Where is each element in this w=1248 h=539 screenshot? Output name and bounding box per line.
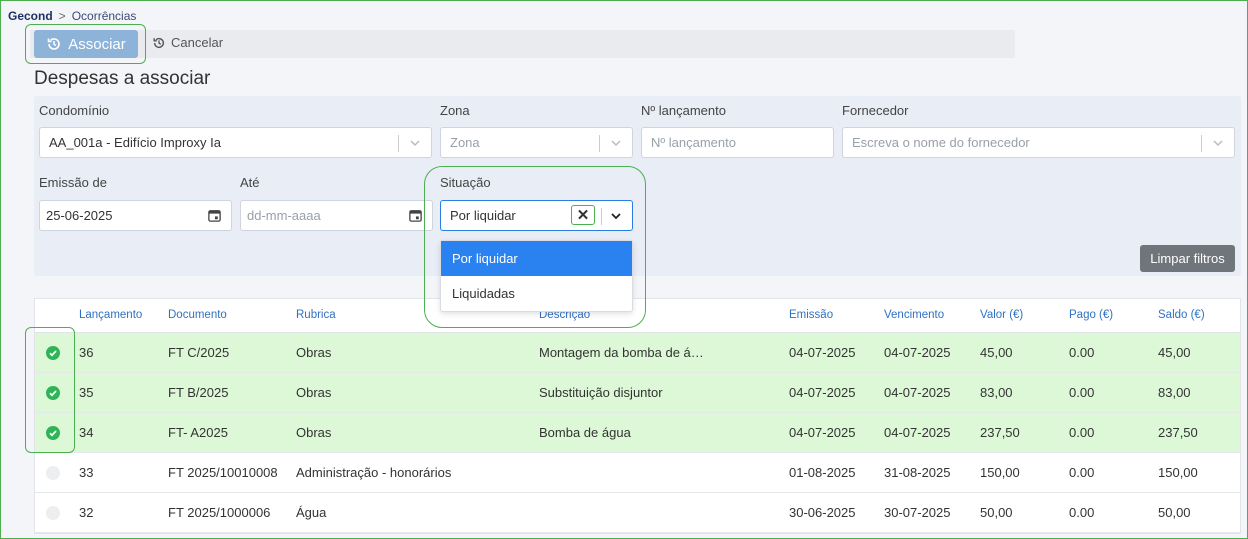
- cell-emissao: 04-07-2025: [789, 425, 856, 440]
- header-saldo[interactable]: Saldo (€): [1158, 309, 1205, 321]
- table-row[interactable]: 33 FT 2025/10010008 Administração - honorá…: [35, 453, 1240, 493]
- fornecedor-select[interactable]: Escreva o nome do fornecedor: [842, 127, 1235, 158]
- table-row[interactable]: 34 FT- A2025 Obras Bomba de água 04-07-2025 0…: [35, 413, 1240, 453]
- cell-rubrica: Obras: [296, 345, 332, 360]
- cell-pago: 0.00: [1069, 425, 1095, 440]
- cell-valor: 83,00: [980, 385, 1013, 400]
- cell-lancamento: 36: [79, 345, 94, 360]
- header-lancamento[interactable]: Lançamento: [79, 309, 142, 321]
- cell-valor: 50,00: [980, 505, 1013, 520]
- zona-placeholder: Zona: [450, 135, 480, 150]
- cancelar-label: Cancelar: [171, 35, 224, 50]
- cell-descricao: Substituição disjuntor: [539, 385, 663, 400]
- header-documento[interactable]: Documento: [168, 309, 227, 321]
- associar-highlight: [25, 24, 146, 64]
- fornecedor-placeholder: Escreva o nome do fornecedor: [852, 135, 1030, 150]
- cell-saldo: 50,00: [1158, 505, 1191, 520]
- history-icon: [153, 37, 165, 48]
- cell-pago: 0.00: [1069, 385, 1095, 400]
- cell-documento: FT 2025/10010008: [168, 465, 278, 480]
- cell-descricao: Montagem da bomba de á…: [539, 345, 704, 360]
- cell-documento: FT- A2025: [168, 425, 228, 440]
- condominio-select[interactable]: AA_001a - Edifício Improxy Ia: [39, 127, 432, 158]
- cell-valor: 150,00: [980, 465, 1020, 480]
- fornecedor-label: Fornecedor: [842, 103, 909, 118]
- cell-pago: 0.00: [1069, 505, 1095, 520]
- despesas-table: Lançamento Documento Rubrica Descrição E…: [34, 298, 1241, 534]
- cell-vencimento: 31-08-2025: [884, 465, 951, 480]
- cell-vencimento: 30-07-2025: [884, 505, 951, 520]
- unchecked-circle-icon[interactable]: [46, 466, 60, 480]
- lancamento-label: Nº lançamento: [641, 103, 726, 118]
- header-pago[interactable]: Pago (€): [1069, 309, 1113, 321]
- cell-rubrica: Obras: [296, 425, 332, 440]
- zona-label: Zona: [440, 103, 470, 118]
- header-vencimento[interactable]: Vencimento: [884, 309, 944, 321]
- situacao-highlight: [424, 166, 646, 328]
- breadcrumb: Gecond > Ocorrências: [8, 9, 136, 23]
- header-valor[interactable]: Valor (€): [980, 309, 1023, 321]
- table-row[interactable]: 36 FT C/2025 Obras Montagem da bomba de á… 0…: [35, 333, 1240, 373]
- cell-valor: 237,50: [980, 425, 1020, 440]
- cell-lancamento: 33: [79, 465, 94, 480]
- cell-lancamento: 32: [79, 505, 94, 520]
- condominio-label: Condomínio: [39, 103, 110, 118]
- cell-documento: FT C/2025: [168, 345, 230, 360]
- cell-saldo: 83,00: [1158, 385, 1191, 400]
- emissao-de-label: Emissão de: [39, 175, 107, 190]
- lancamento-input[interactable]: Nº lançamento: [641, 127, 834, 158]
- cell-rubrica: Água: [296, 505, 327, 520]
- cell-emissao: 01-08-2025: [789, 465, 856, 480]
- cell-documento: FT B/2025: [168, 385, 229, 400]
- limpar-filtros-button[interactable]: Limpar filtros: [1140, 245, 1235, 272]
- ate-input[interactable]: dd-mm-aaaa: [240, 200, 433, 231]
- select-separator: [599, 135, 600, 152]
- emissao-de-value: 25-06-2025: [46, 208, 113, 223]
- calendar-icon[interactable]: [207, 208, 222, 223]
- chevron-down-icon: [410, 140, 420, 147]
- condominio-value: AA_001a - Edifício Improxy Ia: [49, 135, 221, 150]
- select-separator: [1201, 135, 1202, 152]
- breadcrumb-current[interactable]: Ocorrências: [72, 9, 137, 23]
- ate-label: Até: [240, 175, 260, 190]
- page-title: Despesas a associar: [34, 68, 211, 89]
- cell-vencimento: 04-07-2025: [884, 385, 951, 400]
- cell-pago: 0.00: [1069, 345, 1095, 360]
- zona-select[interactable]: Zona: [440, 127, 633, 158]
- breadcrumb-separator: >: [58, 9, 66, 23]
- cell-emissao: 04-07-2025: [789, 385, 856, 400]
- cell-emissao: 04-07-2025: [789, 345, 856, 360]
- cell-saldo: 150,00: [1158, 465, 1198, 480]
- select-separator: [398, 135, 399, 152]
- lancamento-placeholder: Nº lançamento: [651, 135, 736, 150]
- unchecked-circle-icon[interactable]: [46, 506, 60, 520]
- cell-vencimento: 04-07-2025: [884, 345, 951, 360]
- table-row[interactable]: 32 FT 2025/1000006 Água 30-06-2025 30-07-202…: [35, 493, 1240, 533]
- cell-pago: 0.00: [1069, 465, 1095, 480]
- cell-emissao: 30-06-2025: [789, 505, 856, 520]
- calendar-icon[interactable]: [408, 208, 423, 223]
- header-emissao[interactable]: Emissão: [789, 309, 833, 321]
- cell-valor: 45,00: [980, 345, 1013, 360]
- cell-lancamento: 35: [79, 385, 94, 400]
- ate-placeholder: dd-mm-aaaa: [247, 208, 321, 223]
- cell-lancamento: 34: [79, 425, 94, 440]
- cancelar-button[interactable]: Cancelar: [152, 35, 223, 50]
- header-rubrica[interactable]: Rubrica: [296, 309, 336, 321]
- selection-highlight: [25, 327, 75, 453]
- chevron-down-icon: [1213, 140, 1223, 147]
- cell-documento: FT 2025/1000006: [168, 505, 271, 520]
- cell-saldo: 45,00: [1158, 345, 1191, 360]
- cell-rubrica: Administração - honorários: [296, 465, 452, 480]
- cell-descricao: Bomba de água: [539, 425, 631, 440]
- breadcrumb-root[interactable]: Gecond: [8, 9, 53, 23]
- emissao-de-input[interactable]: 25-06-2025: [39, 200, 232, 231]
- cell-vencimento: 04-07-2025: [884, 425, 951, 440]
- cell-rubrica: Obras: [296, 385, 332, 400]
- cell-saldo: 237,50: [1158, 425, 1198, 440]
- table-row[interactable]: 35 FT B/2025 Obras Substituição disjuntor 04…: [35, 373, 1240, 413]
- chevron-down-icon: [611, 140, 621, 147]
